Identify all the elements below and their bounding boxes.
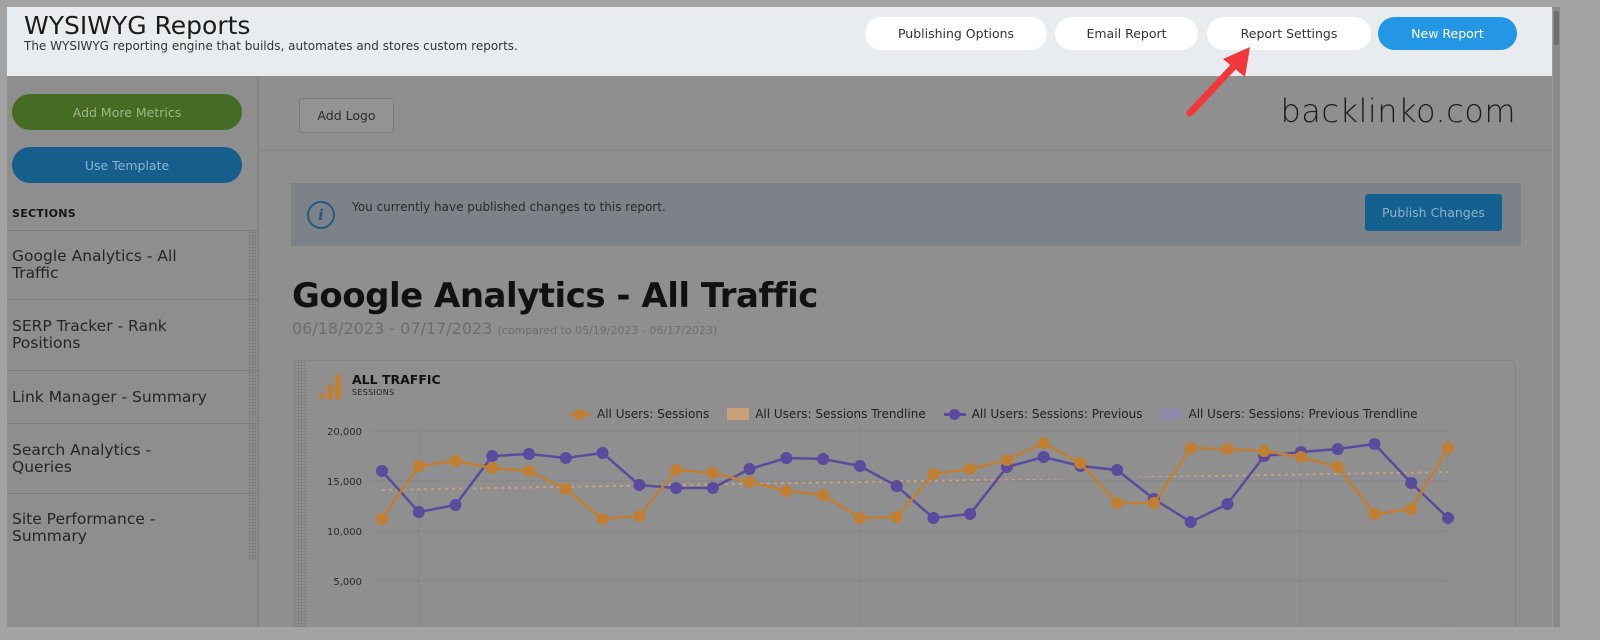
annotation-arrow-icon: [1186, 47, 1250, 117]
app-window: WYSIWYG Reports The WYSIWYG reporting en…: [7, 7, 1560, 627]
